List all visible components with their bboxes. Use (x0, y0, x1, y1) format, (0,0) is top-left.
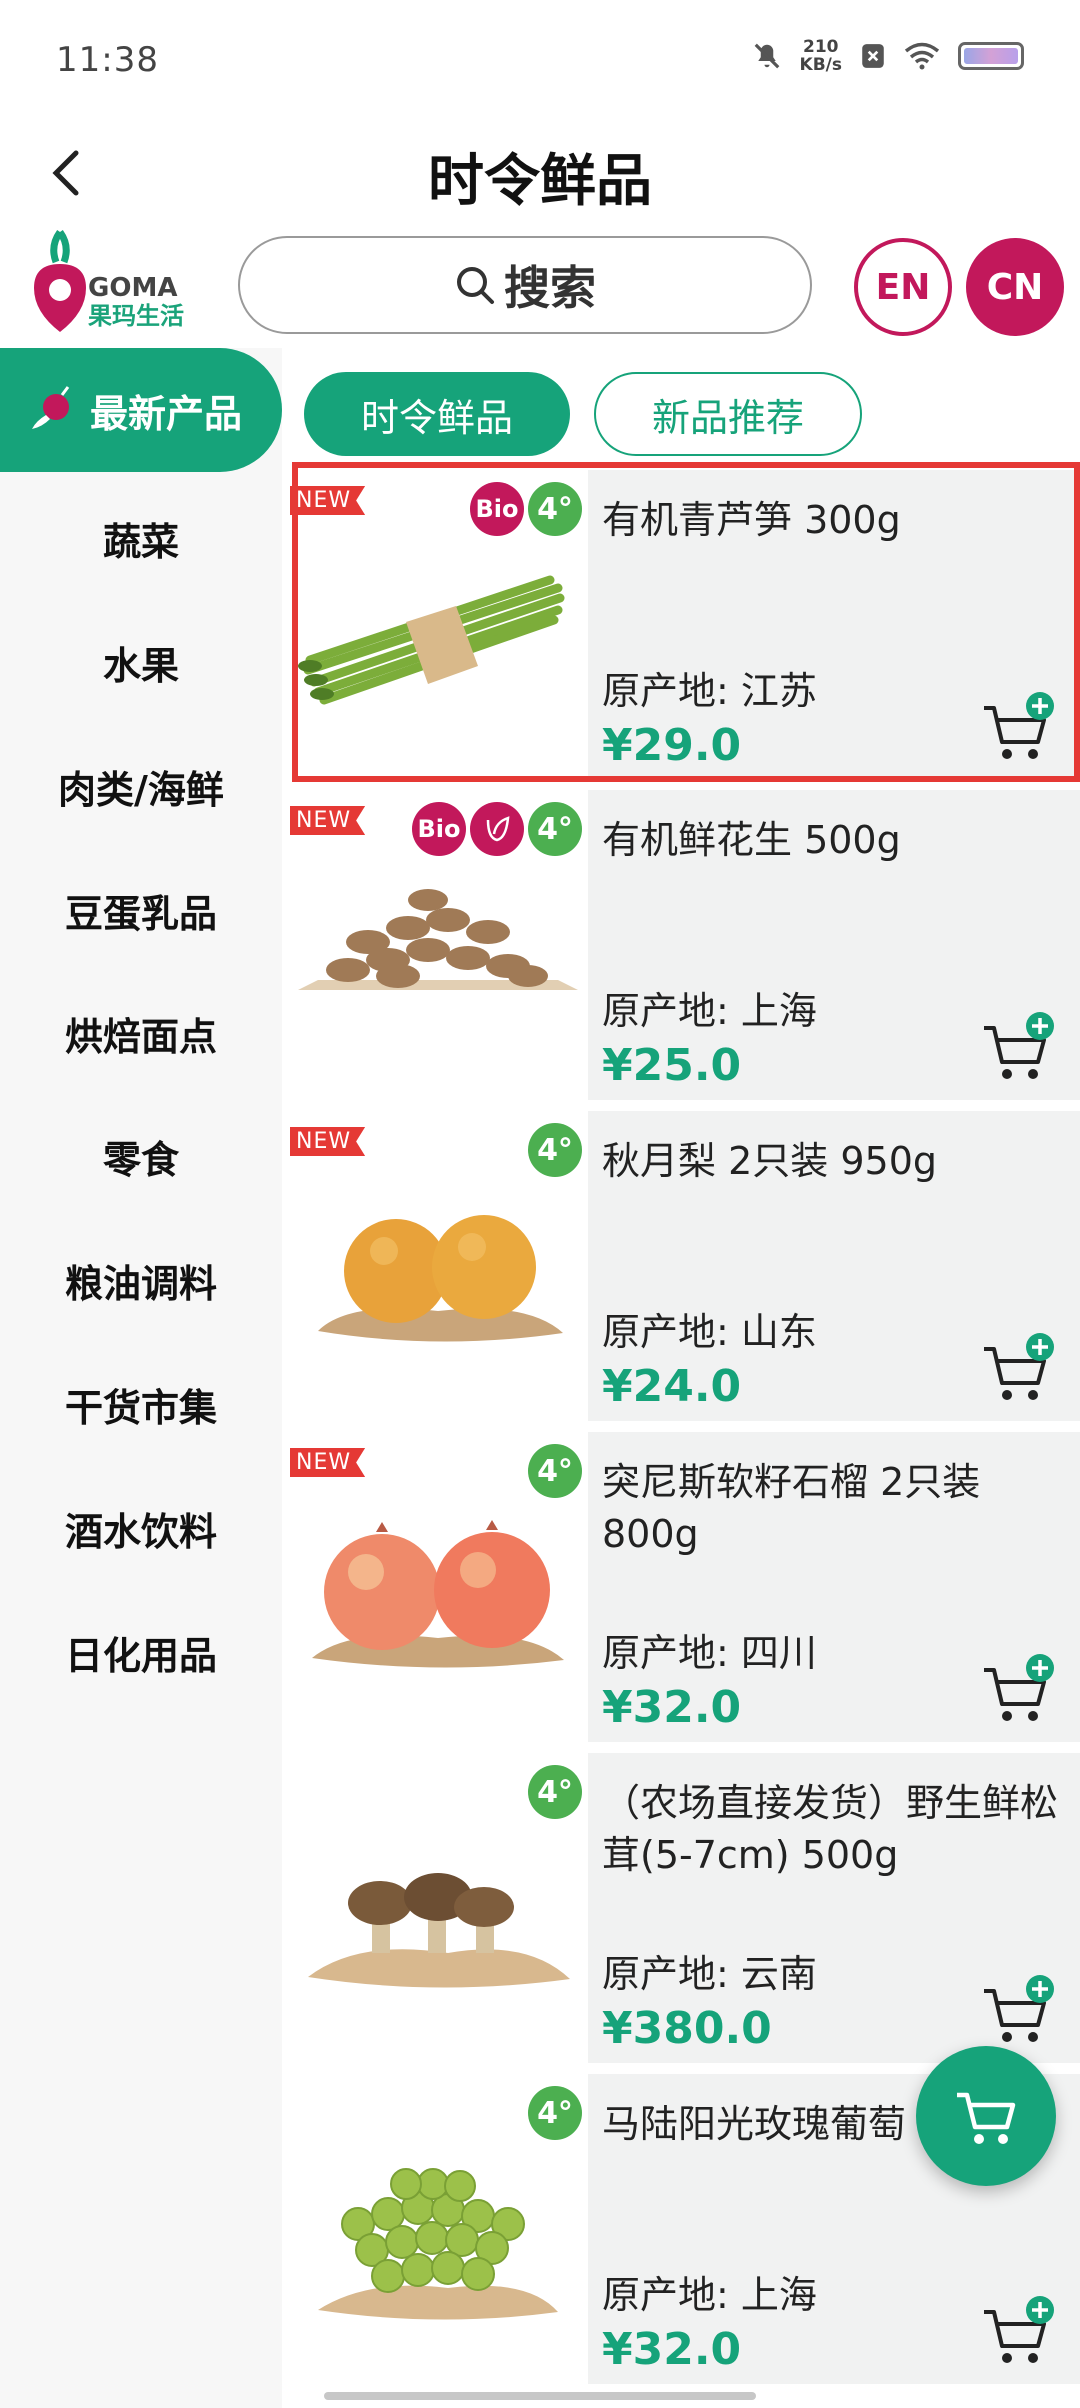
sidebar-item-latest[interactable]: 最新产品 (0, 348, 282, 472)
product-image: NEW 4° (288, 1111, 588, 1421)
page-title: 时令鲜品 (428, 149, 652, 214)
add-to-cart-icon[interactable] (980, 1331, 1056, 1407)
product-card[interactable]: NEW Bio 4° 有机青芦笋 300g 原产地: 江苏 ¥29.0 (288, 470, 1080, 780)
product-image: NEW 4° (288, 1432, 588, 1742)
badge-row: Bio 4° (470, 482, 582, 536)
radish-logo-icon (34, 229, 86, 332)
tab-new-recommend[interactable]: 新品推荐 (594, 372, 862, 456)
product-price: ¥32.0 (602, 1682, 742, 1733)
product-price: ¥380.0 (602, 2003, 772, 2054)
temperature-badge: 4° (528, 802, 582, 856)
badge-row: 4° (528, 1444, 582, 1498)
new-badge: NEW (290, 486, 366, 515)
product-card[interactable]: 4° （农场直接发货）野生鲜松茸(5-7cm) 500g 原产地: 云南 ¥38… (288, 1753, 1080, 2063)
product-price: ¥24.0 (602, 1361, 742, 1412)
product-info: （农场直接发货）野生鲜松茸(5-7cm) 500g 原产地: 云南 ¥380.0 (588, 1753, 1080, 2063)
sidebar-item-household[interactable]: 日化用品 (0, 1612, 282, 1692)
sim-off-icon (862, 44, 884, 68)
product-image: NEW Bio 4° (288, 790, 588, 1100)
battery-icon (958, 42, 1024, 70)
sidebar-item-label: 最新产品 (90, 391, 243, 436)
badge-row: 4° (528, 2086, 582, 2140)
product-name: 突尼斯软籽石榴 2只装 800g (602, 1460, 981, 1556)
leaf-badge-icon (470, 802, 524, 856)
sidebar-item-dry-goods[interactable]: 干货市集 (0, 1364, 282, 1444)
bio-badge: Bio (412, 802, 466, 856)
goma-logo: GOMA 果玛生活 (30, 228, 200, 336)
product-price: ¥29.0 (602, 720, 742, 771)
cart-icon (957, 2092, 1016, 2144)
product-image: 4° (288, 2074, 588, 2384)
category-sidebar: 最新产品 蔬菜 水果 肉类/海鲜 豆蛋乳品 烘焙面点 零食 粮油调料 干货市集 … (0, 348, 282, 2408)
logo-brand-cn: 果玛生活 (88, 302, 184, 330)
temperature-badge: 4° (528, 482, 582, 536)
floating-cart-button[interactable] (916, 2046, 1056, 2186)
add-to-cart-icon[interactable] (980, 690, 1056, 766)
product-name: 秋月梨 2只装 950g (602, 1139, 937, 1183)
add-to-cart-icon[interactable] (980, 1973, 1056, 2049)
search-icon (457, 267, 494, 304)
product-card[interactable]: NEW 4° 秋月梨 2只装 950g 原产地: 山东 ¥24.0 (288, 1111, 1080, 1421)
sidebar-item-meat-seafood[interactable]: 肉类/海鲜 (0, 746, 282, 826)
product-info: 秋月梨 2只装 950g 原产地: 山东 ¥24.0 (588, 1111, 1080, 1421)
badge-row: 4° (528, 1765, 582, 1819)
sidebar-item-bakery[interactable]: 烘焙面点 (0, 993, 282, 1073)
product-name: （农场直接发货）野生鲜松茸(5-7cm) 500g (602, 1781, 1059, 1877)
add-to-cart-icon[interactable] (980, 1652, 1056, 1728)
bio-badge: Bio (470, 482, 524, 536)
status-icons: 210 KB/s (752, 38, 1024, 74)
add-to-cart-icon[interactable] (980, 2294, 1056, 2370)
product-origin: 原产地: 云南 (602, 1952, 817, 1996)
product-origin: 原产地: 山东 (602, 1310, 817, 1354)
network-speed: 210 KB/s (800, 38, 842, 74)
status-bar: 11:38 210 KB/s (0, 0, 1080, 120)
product-image: NEW Bio 4° (288, 470, 588, 780)
product-card[interactable]: NEW 4° 突尼斯软籽石榴 2只装 800g 原产地: 四川 ¥32.0 (288, 1432, 1080, 1742)
language-en-button[interactable]: EN (854, 238, 952, 336)
wifi-icon (904, 42, 940, 70)
temperature-badge: 4° (528, 1123, 582, 1177)
sidebar-item-fruits[interactable]: 水果 (0, 622, 282, 702)
product-origin: 原产地: 四川 (602, 1631, 817, 1675)
sidebar-item-vegetables[interactable]: 蔬菜 (0, 498, 282, 578)
product-origin: 原产地: 上海 (602, 989, 817, 1033)
header: 时令鲜品 (0, 120, 1080, 230)
product-price: ¥32.0 (602, 2324, 742, 2375)
product-name: 有机青芦笋 300g (602, 498, 901, 542)
new-badge: NEW (290, 806, 366, 835)
temperature-badge: 4° (528, 1444, 582, 1498)
sidebar-item-grain-oil[interactable]: 粮油调料 (0, 1240, 282, 1320)
radish-icon (32, 386, 70, 429)
new-badge: NEW (290, 1127, 366, 1156)
logo-brand-en: GOMA (88, 273, 178, 303)
product-price: ¥25.0 (602, 1040, 742, 1091)
product-image: 4° (288, 1753, 588, 2063)
home-indicator[interactable] (324, 2392, 756, 2400)
sidebar-item-dairy[interactable]: 豆蛋乳品 (0, 870, 282, 950)
product-info: 有机鲜花生 500g 原产地: 上海 ¥25.0 (588, 790, 1080, 1100)
logo-text: GOMA 果玛生活 (88, 274, 184, 330)
network-speed-unit: KB/s (799, 55, 842, 75)
product-origin: 原产地: 上海 (602, 2273, 817, 2317)
product-origin: 原产地: 江苏 (602, 669, 817, 713)
badge-row: Bio 4° (412, 802, 582, 856)
sidebar-item-drinks[interactable]: 酒水饮料 (0, 1488, 282, 1568)
product-info: 突尼斯软籽石榴 2只装 800g 原产地: 四川 ¥32.0 (588, 1432, 1080, 1742)
temperature-badge: 4° (528, 2086, 582, 2140)
search-input[interactable]: 搜索 (238, 236, 812, 334)
product-info: 有机青芦笋 300g 原产地: 江苏 ¥29.0 (588, 470, 1080, 780)
mute-icon (754, 43, 779, 69)
new-badge: NEW (290, 1448, 366, 1477)
tab-seasonal[interactable]: 时令鲜品 (304, 372, 570, 456)
add-to-cart-icon[interactable] (980, 1010, 1056, 1086)
badge-row: 4° (528, 1123, 582, 1177)
product-card[interactable]: NEW Bio 4° 有机鲜花生 500g 原产地: 上海 ¥25.0 (288, 790, 1080, 1100)
temperature-badge: 4° (528, 1765, 582, 1819)
sidebar-item-snacks[interactable]: 零食 (0, 1116, 282, 1196)
status-time: 11:38 (56, 40, 159, 80)
search-label: 搜索 (504, 261, 596, 315)
product-name: 有机鲜花生 500g (602, 818, 901, 862)
language-cn-button[interactable]: CN (966, 238, 1064, 336)
network-speed-value: 210 (803, 37, 839, 57)
